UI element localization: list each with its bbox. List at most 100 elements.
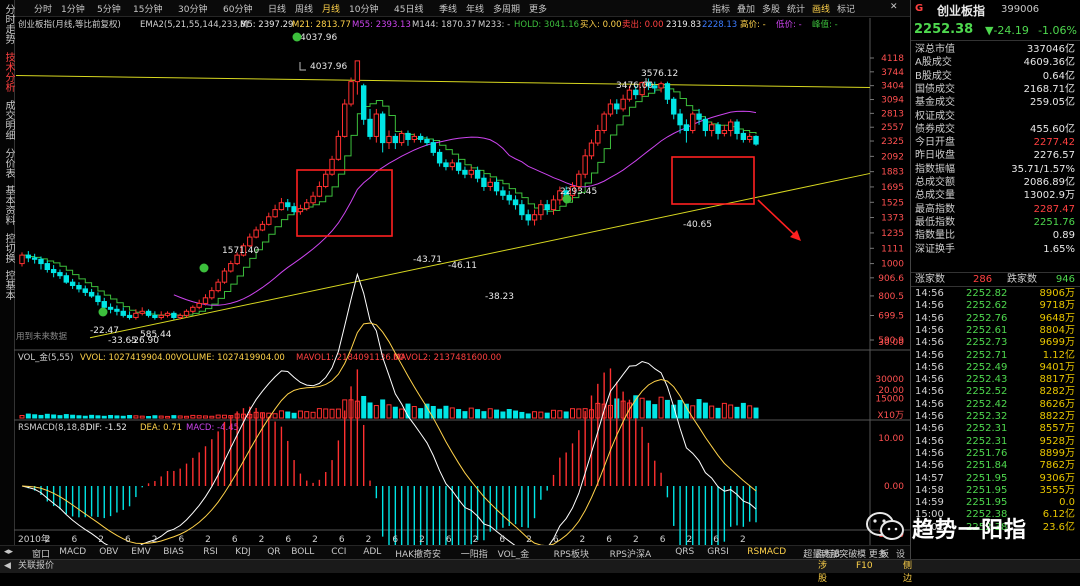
status-item-1[interactable]: F10 bbox=[856, 560, 873, 573]
tick-row-0[interactable]: 14:56 2252.82 8906万 bbox=[911, 288, 1080, 300]
volume-unit: X10万 bbox=[877, 411, 904, 421]
indicator-tab-10[interactable]: ADL bbox=[363, 547, 381, 557]
down-count-label: 跌家数 bbox=[1007, 274, 1037, 285]
indicator-tab-5[interactable]: RSI bbox=[203, 547, 218, 557]
tick-row-14[interactable]: 14:56 2251.84 7862万 bbox=[911, 460, 1080, 472]
price-axis-label-10: 1525 bbox=[881, 198, 904, 208]
candle-21 bbox=[152, 311, 158, 320]
tick-row-6[interactable]: 14:56 2252.49 9401万 bbox=[911, 362, 1080, 374]
volume-bar-75 bbox=[494, 409, 500, 419]
candle-12 bbox=[95, 292, 101, 306]
tick-volume: 9401万 bbox=[1039, 361, 1075, 373]
volume-bar-23 bbox=[165, 415, 171, 419]
candle-57 bbox=[379, 111, 386, 153]
tick-row-15[interactable]: 14:57 2251.95 9306万 bbox=[911, 473, 1080, 485]
tick-price: 2252.76 bbox=[966, 312, 1008, 324]
tick-volume: 8906万 bbox=[1039, 288, 1075, 299]
tick-price: 2252.31 bbox=[966, 423, 1008, 435]
time-axis-label-5: 2 bbox=[152, 535, 158, 545]
indicator-tab-4[interactable]: BIAS bbox=[163, 547, 184, 557]
indicator-tab-7[interactable]: QR bbox=[267, 547, 280, 557]
volume-bar-63 bbox=[418, 408, 424, 419]
tick-row-11[interactable]: 14:56 2252.31 8557万 bbox=[911, 423, 1080, 435]
tick-price: 2252.73 bbox=[966, 337, 1008, 349]
volume-bar-107 bbox=[696, 399, 702, 419]
indicator-tab-2[interactable]: OBV bbox=[99, 547, 118, 557]
tick-volume: 8817万 bbox=[1039, 374, 1075, 386]
tick-row-5[interactable]: 14:56 2252.71 1.12亿 bbox=[911, 350, 1080, 362]
signal-marker-1 bbox=[199, 263, 209, 273]
tab-scroll-icon[interactable]: ◂▸ bbox=[4, 547, 13, 557]
chart-area[interactable]: 创业板指(月线,等比前复权) EMA2(5,21,55,144,233,8)M5:… bbox=[0, 0, 910, 545]
candle-84 bbox=[550, 195, 557, 215]
volume-pane: VOL_金(5,55) VVOL: 1027419904.00 VOLUME: 10… bbox=[18, 352, 904, 421]
indicator-tab-1[interactable]: MACD bbox=[59, 547, 86, 557]
indicator-tab-18[interactable]: RSMACD bbox=[747, 547, 786, 557]
tick-row-16[interactable]: 14:58 2251.95 3555万 bbox=[911, 485, 1080, 497]
stat-value: 2251.76 bbox=[1033, 216, 1075, 228]
speaker-icon[interactable]: ◀ bbox=[4, 560, 11, 573]
tick-row-8[interactable]: 14:56 2252.52 8282万 bbox=[911, 386, 1080, 398]
stat-label: 债券成交 bbox=[915, 123, 955, 135]
volume-legend-0: VVOL: 1027419904.00 bbox=[80, 353, 176, 363]
candle-61 bbox=[405, 130, 411, 146]
volume-bar-42 bbox=[285, 411, 291, 419]
candle-75 bbox=[493, 178, 500, 196]
price-axis-label-17: 699.5 bbox=[878, 311, 904, 321]
indicator-tab-3[interactable]: EMV bbox=[131, 547, 151, 557]
status-item-2[interactable]: 侧边 bbox=[903, 560, 912, 586]
candle-68 bbox=[449, 159, 455, 171]
candle-10 bbox=[82, 285, 88, 296]
volume-bar-109 bbox=[709, 405, 715, 419]
tick-row-9[interactable]: 14:56 2252.42 8626万 bbox=[911, 399, 1080, 411]
stat-value: 4609.36亿 bbox=[1023, 57, 1075, 69]
tick-volume: 3555万 bbox=[1039, 484, 1075, 496]
tick-volume: 9718万 bbox=[1039, 300, 1075, 312]
volume-bar-116 bbox=[753, 407, 759, 419]
candle-77 bbox=[506, 190, 512, 205]
volume-bar-19 bbox=[139, 415, 145, 419]
volume-bar-41 bbox=[278, 410, 284, 419]
indicator-tab-6[interactable]: KDJ bbox=[235, 547, 251, 557]
tick-row-10[interactable]: 14:56 2252.32 8822万 bbox=[911, 411, 1080, 423]
stat-label: B股成交 bbox=[915, 70, 952, 82]
candle-74 bbox=[487, 178, 493, 191]
tick-price: 2252.42 bbox=[966, 398, 1008, 410]
main-legend-item-14: 峰值: - bbox=[812, 19, 838, 30]
candle-73 bbox=[481, 174, 487, 191]
tick-row-3[interactable]: 14:56 2252.61 8804万 bbox=[911, 325, 1080, 337]
indicator-tab-9[interactable]: CCI bbox=[331, 547, 346, 557]
candle-19 bbox=[139, 307, 145, 316]
price-axis-label-14: 1000 bbox=[881, 260, 904, 270]
tick-row-1[interactable]: 14:56 2252.62 9718万 bbox=[911, 300, 1080, 312]
candle-102 bbox=[664, 81, 671, 105]
tick-row-2[interactable]: 14:56 2252.76 9648万 bbox=[911, 313, 1080, 325]
volume-bar-45 bbox=[304, 411, 310, 419]
volume-bar-114 bbox=[740, 402, 746, 419]
status-item-0[interactable]: 涉股 bbox=[818, 560, 827, 586]
volume-bar-112 bbox=[728, 404, 734, 419]
tick-row-12[interactable]: 14:56 2252.31 9528万 bbox=[911, 436, 1080, 448]
tick-price: 2252.31 bbox=[966, 435, 1008, 447]
tick-row-7[interactable]: 14:56 2252.43 8817万 bbox=[911, 374, 1080, 386]
candle-69 bbox=[455, 159, 462, 175]
volume-bar-105 bbox=[683, 403, 689, 419]
volume-bar-15 bbox=[114, 415, 120, 419]
candle-32 bbox=[221, 268, 228, 284]
candle-26 bbox=[183, 309, 190, 318]
volume-bar-99 bbox=[645, 400, 651, 419]
indicator-tab-8[interactable]: BOLL bbox=[291, 547, 314, 557]
volume-bar-113 bbox=[734, 406, 740, 419]
indicator-tab-17[interactable]: GRSI bbox=[707, 547, 729, 557]
volume-axis-0: 30000 bbox=[875, 375, 904, 385]
status-left[interactable]: 关联报价 bbox=[18, 560, 54, 573]
volume-bar-60 bbox=[399, 408, 405, 419]
tick-row-4[interactable]: 14:56 2252.73 9699万 bbox=[911, 337, 1080, 349]
up-count: 286 bbox=[973, 274, 993, 285]
tick-row-13[interactable]: 14:56 2251.76 8899万 bbox=[911, 448, 1080, 460]
indicator-tab-16[interactable]: QRS bbox=[675, 547, 694, 557]
price-axis: 4118 3744 3404 3094 2813 2557 2325 2092 1883 1695… bbox=[870, 54, 904, 346]
volume-bar-66 bbox=[437, 408, 443, 419]
candle-11 bbox=[88, 288, 95, 298]
volume-bar-101 bbox=[658, 396, 664, 419]
